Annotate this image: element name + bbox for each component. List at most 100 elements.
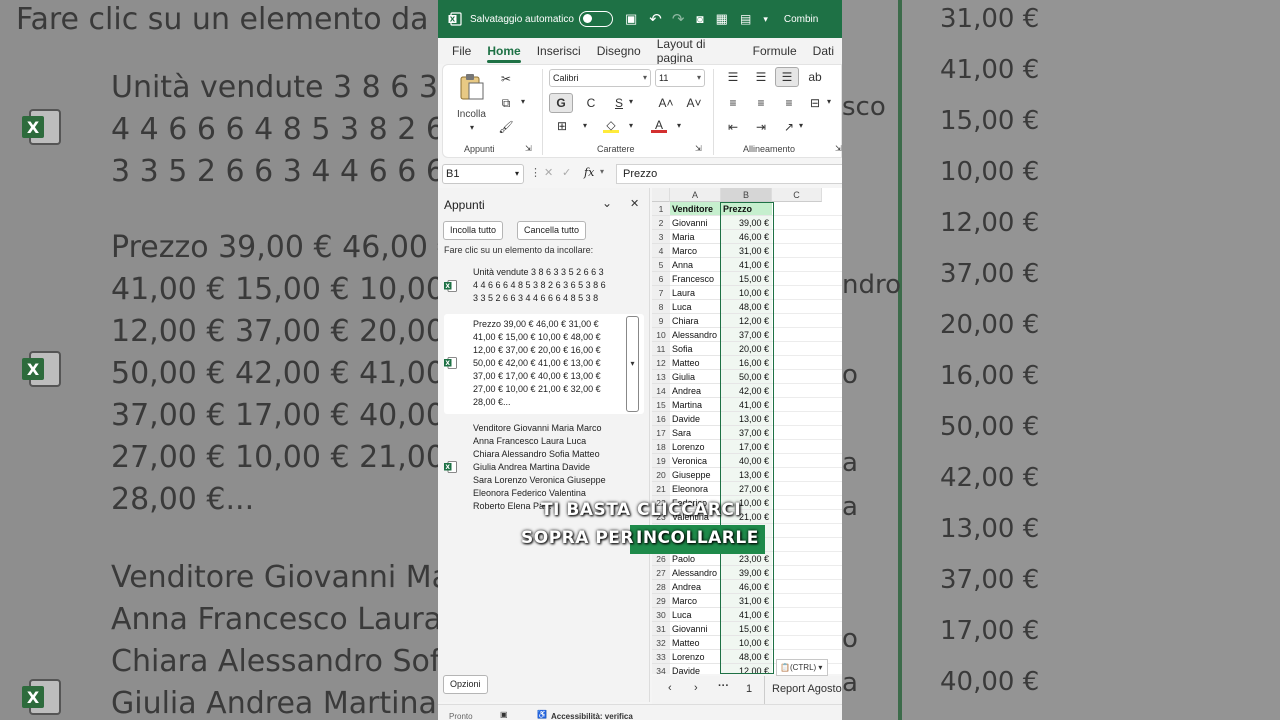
row-header[interactable]: 18 <box>652 440 670 454</box>
table-icon[interactable]: ▦ <box>716 11 728 27</box>
cell-empty[interactable] <box>772 216 842 230</box>
align-center-icon[interactable]: ≡ <box>753 95 769 111</box>
cell-price[interactable]: 31,00 € <box>721 244 772 258</box>
cell-empty[interactable] <box>772 202 842 216</box>
orientation-icon[interactable]: ↗ <box>781 119 797 135</box>
save-icon[interactable]: ▣ <box>625 11 637 27</box>
camera-icon[interactable]: ◙ <box>696 12 703 26</box>
cell-price[interactable]: 39,00 € <box>721 216 772 230</box>
paste-options-button[interactable]: 📋(CTRL) ▾ <box>776 659 828 676</box>
item-dropdown-button[interactable]: ▾ <box>626 316 639 412</box>
cell-seller[interactable]: Matteo <box>670 636 721 650</box>
alignment-launcher-icon[interactable]: ⇲ <box>835 144 842 153</box>
cell-empty[interactable] <box>772 552 842 566</box>
chevron-down-icon[interactable]: ▾ <box>600 167 604 176</box>
decrease-font-icon[interactable]: A˅ <box>685 95 703 111</box>
insert-function-icon[interactable]: fx <box>584 166 594 179</box>
tab-insert[interactable]: Inserisci <box>529 44 589 58</box>
tab-home[interactable]: Home <box>479 44 528 63</box>
row-header[interactable]: 27 <box>652 566 670 580</box>
cell-price[interactable]: 12,00 € <box>721 664 772 674</box>
wrap-text-icon[interactable]: ab <box>807 69 823 85</box>
align-left-icon[interactable]: ≡ <box>725 95 741 111</box>
merge-dropdown-icon[interactable]: ▾ <box>827 97 831 106</box>
cell-seller[interactable]: Lorenzo <box>670 650 721 664</box>
clipboard-item-selected[interactable]: X Prezzo 39,00 € 46,00 € 31,00 € 41,00 €… <box>444 314 644 414</box>
row-header[interactable]: 15 <box>652 398 670 412</box>
row-header[interactable]: 2 <box>652 216 670 230</box>
chevron-down-icon[interactable]: ⌄ <box>602 196 612 210</box>
orientation-dropdown-icon[interactable]: ▾ <box>799 121 803 130</box>
copy-dropdown-icon[interactable]: ▾ <box>521 97 525 106</box>
row-header[interactable]: 17 <box>652 426 670 440</box>
italic-button[interactable]: C <box>583 95 599 111</box>
row-header[interactable]: 1 <box>652 202 670 216</box>
cell-seller[interactable]: Sara <box>670 426 721 440</box>
sheet-tab[interactable]: Report Agosto <box>772 683 842 695</box>
cell-seller[interactable]: Giovanni <box>670 622 721 636</box>
cell-seller[interactable]: Luca <box>670 300 721 314</box>
cell-price[interactable]: 16,00 € <box>721 356 772 370</box>
cell-empty[interactable] <box>772 370 842 384</box>
tab-file[interactable]: File <box>438 44 479 58</box>
row-header[interactable]: 20 <box>652 468 670 482</box>
cell-seller[interactable]: Giuseppe <box>670 468 721 482</box>
borders-dropdown-icon[interactable]: ▾ <box>583 121 587 130</box>
column-header-a[interactable]: A <box>670 188 721 202</box>
row-header[interactable]: 6 <box>652 272 670 286</box>
row-header[interactable]: 21 <box>652 482 670 496</box>
worksheet-grid[interactable]: A B C 1 Venditore Prezzo 2 Giovanni 39,00 €3 M… <box>652 188 842 674</box>
row-header[interactable]: 28 <box>652 580 670 594</box>
align-right-icon[interactable]: ≡ <box>781 95 797 111</box>
autosave-toggle[interactable] <box>578 11 613 27</box>
row-header[interactable]: 33 <box>652 650 670 664</box>
row-header[interactable]: 10 <box>652 328 670 342</box>
cell-empty[interactable] <box>772 510 842 524</box>
tab-data[interactable]: Dati <box>805 44 842 58</box>
cell-empty[interactable] <box>772 566 842 580</box>
clipboard-launcher-icon[interactable]: ⇲ <box>525 144 532 153</box>
cell-price[interactable]: 10,00 € <box>721 636 772 650</box>
row-header[interactable]: 30 <box>652 608 670 622</box>
cell-price[interactable]: 46,00 € <box>721 230 772 244</box>
row-header[interactable]: 4 <box>652 244 670 258</box>
cell-empty[interactable] <box>772 594 842 608</box>
cell-price[interactable]: 10,00 € <box>721 286 772 300</box>
tab-formulas[interactable]: Formule <box>745 44 805 58</box>
next-sheet-icon[interactable]: › <box>694 682 698 694</box>
row-header[interactable]: 5 <box>652 258 670 272</box>
cell-empty[interactable] <box>772 398 842 412</box>
cell-price[interactable]: 42,00 € <box>721 384 772 398</box>
select-all-corner[interactable] <box>652 188 670 202</box>
row-header[interactable]: 26 <box>652 552 670 566</box>
paste-all-button[interactable]: Incolla tutto <box>443 221 504 240</box>
options-button[interactable]: Opzioni <box>443 675 488 694</box>
row-header[interactable]: 34 <box>652 664 670 674</box>
cell-seller[interactable]: Lorenzo <box>670 440 721 454</box>
cell-seller[interactable]: Sofia <box>670 342 721 356</box>
row-header[interactable]: 19 <box>652 454 670 468</box>
cell-empty[interactable] <box>772 286 842 300</box>
font-size-select[interactable]: 11 ▾ <box>655 69 705 87</box>
cell-seller[interactable]: Davide <box>670 664 721 674</box>
customize-toolbar-icon[interactable]: ▾ <box>763 14 768 25</box>
row-header[interactable]: 3 <box>652 230 670 244</box>
cell-seller[interactable]: Anna <box>670 258 721 272</box>
cell-price[interactable]: 41,00 € <box>721 398 772 412</box>
row-header[interactable]: 16 <box>652 412 670 426</box>
cell-empty[interactable] <box>772 580 842 594</box>
cell-empty[interactable] <box>772 608 842 622</box>
align-bottom-icon[interactable]: ☰ <box>775 67 799 87</box>
row-header[interactable]: 14 <box>652 384 670 398</box>
undo-icon[interactable]: ↶ <box>649 10 662 28</box>
increase-font-icon[interactable]: A˄ <box>657 95 675 111</box>
cell-seller[interactable]: Matteo <box>670 356 721 370</box>
cell-price[interactable]: 17,00 € <box>721 440 772 454</box>
accessibility-icon[interactable]: ♿ <box>537 710 547 719</box>
cell-empty[interactable] <box>772 440 842 454</box>
cell-seller[interactable]: Martina <box>670 398 721 412</box>
cell-seller[interactable]: Luca <box>670 608 721 622</box>
font-color-icon[interactable]: A <box>651 118 667 133</box>
paste-dropdown-icon[interactable]: ▾ <box>470 123 474 132</box>
cell-price[interactable]: 39,00 € <box>721 566 772 580</box>
